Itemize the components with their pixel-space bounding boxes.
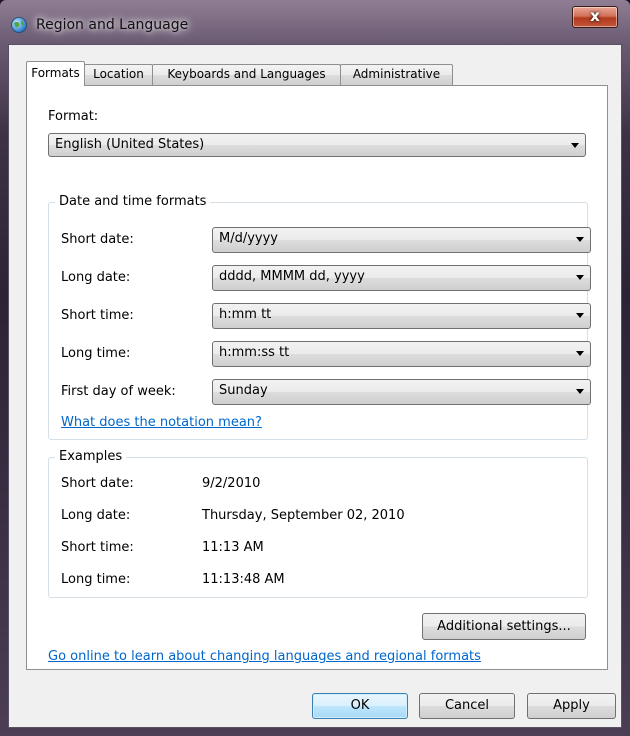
- chevron-down-icon: [576, 313, 584, 318]
- examples-group: Examples Short date: 9/2/2010 Long date:…: [48, 449, 588, 598]
- window-title: Region and Language: [36, 17, 189, 33]
- long-date-label: Long date:: [61, 270, 131, 285]
- chevron-down-icon: [571, 143, 579, 148]
- first-day-of-week-value: Sunday: [219, 383, 268, 398]
- example-short-time-label: Short time:: [61, 540, 134, 555]
- ok-button[interactable]: OK: [312, 693, 408, 719]
- long-time-dropdown[interactable]: h:mm:ss tt: [212, 341, 591, 367]
- tab-administrative[interactable]: Administrative: [340, 64, 453, 85]
- chevron-down-icon: [576, 237, 584, 242]
- short-date-label: Short date:: [61, 232, 134, 247]
- example-long-date-value: Thursday, September 02, 2010: [202, 508, 405, 523]
- long-time-label: Long time:: [61, 346, 131, 361]
- cancel-button[interactable]: Cancel: [419, 693, 515, 719]
- example-long-time-value: 11:13:48 AM: [202, 572, 285, 587]
- first-day-of-week-label: First day of week:: [61, 384, 176, 399]
- short-time-value: h:mm tt: [219, 307, 272, 322]
- chevron-down-icon: [576, 351, 584, 356]
- online-help-link[interactable]: Go online to learn about changing langua…: [48, 649, 481, 664]
- dialog-client-area: Formats Location Keyboards and Languages…: [8, 44, 622, 728]
- format-label: Format:: [48, 109, 99, 124]
- example-short-time-value: 11:13 AM: [202, 540, 264, 555]
- example-short-date-label: Short date:: [61, 476, 134, 491]
- short-time-label: Short time:: [61, 308, 134, 323]
- date-time-formats-group: Date and time formats Short date: M/d/yy…: [48, 194, 591, 440]
- example-short-date-value: 9/2/2010: [202, 476, 261, 491]
- chevron-down-icon: [576, 275, 584, 280]
- short-time-dropdown[interactable]: h:mm tt: [212, 303, 591, 329]
- long-date-value: dddd, MMMM dd, yyyy: [219, 269, 365, 284]
- formats-tab-panel: Format: English (United States) Date and…: [26, 85, 608, 670]
- short-date-dropdown[interactable]: M/d/yyyy: [212, 227, 591, 253]
- tab-keyboards-and-languages[interactable]: Keyboards and Languages: [152, 64, 341, 85]
- format-dropdown-value: English (United States): [55, 137, 205, 152]
- example-long-date-label: Long date:: [61, 508, 131, 523]
- long-date-dropdown[interactable]: dddd, MMMM dd, yyyy: [212, 265, 591, 291]
- tab-location[interactable]: Location: [84, 64, 153, 85]
- region-and-language-window: Region and Language x Formats Location K…: [0, 0, 630, 736]
- title-bar[interactable]: Region and Language x: [0, 0, 630, 44]
- first-day-of-week-dropdown[interactable]: Sunday: [212, 379, 591, 405]
- examples-title: Examples: [55, 449, 127, 464]
- close-button[interactable]: x: [572, 6, 618, 28]
- globe-icon: [10, 16, 28, 34]
- additional-settings-button[interactable]: Additional settings...: [422, 613, 586, 640]
- example-long-time-label: Long time:: [61, 572, 131, 587]
- date-time-formats-title: Date and time formats: [55, 194, 211, 209]
- format-dropdown[interactable]: English (United States): [48, 133, 586, 157]
- tab-formats[interactable]: Formats: [26, 61, 85, 86]
- notation-help-link[interactable]: What does the notation mean?: [61, 415, 262, 430]
- short-date-value: M/d/yyyy: [219, 231, 279, 246]
- apply-button[interactable]: Apply: [527, 693, 616, 719]
- long-time-value: h:mm:ss tt: [219, 345, 290, 360]
- chevron-down-icon: [576, 389, 584, 394]
